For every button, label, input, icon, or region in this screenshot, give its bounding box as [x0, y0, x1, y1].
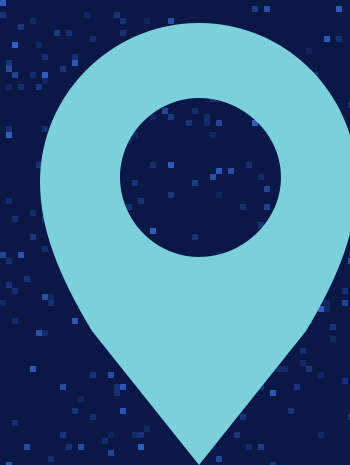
- location-pin-canvas: [0, 0, 350, 465]
- location-pin-icon: [40, 23, 350, 465]
- pin-body: [40, 23, 350, 465]
